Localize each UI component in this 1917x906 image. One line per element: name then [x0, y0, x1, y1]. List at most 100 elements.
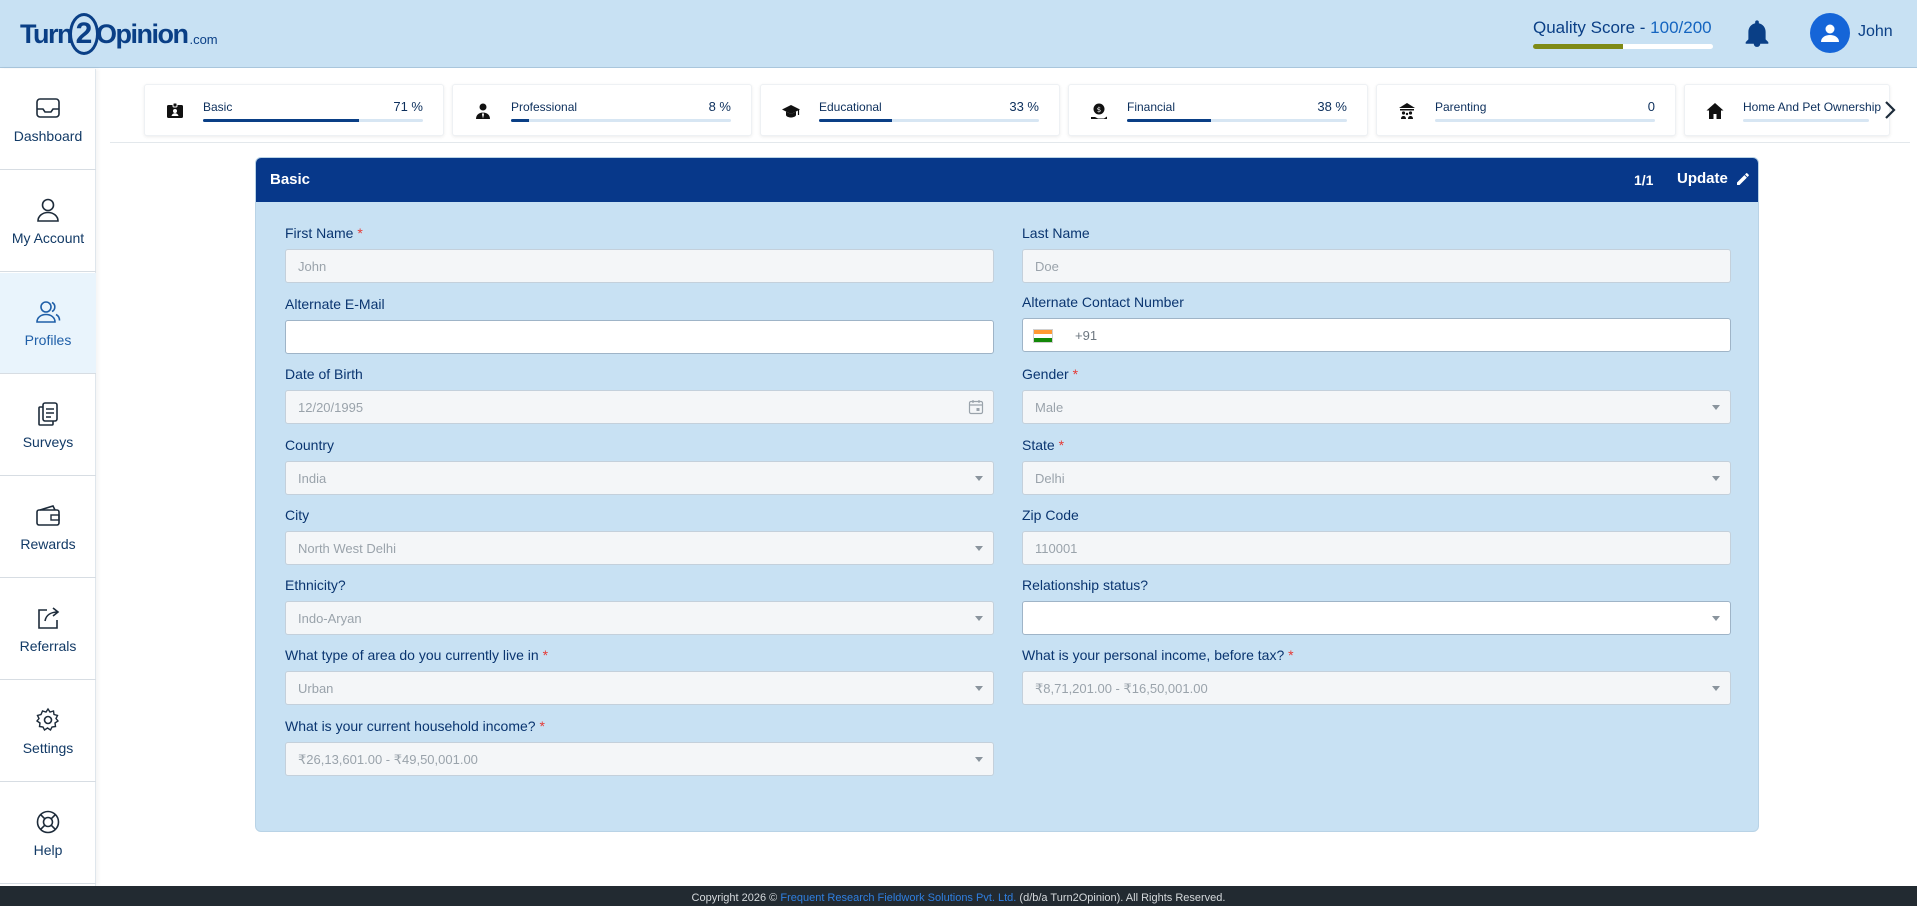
required-mark: * — [357, 225, 363, 241]
chevron-down-icon — [975, 546, 983, 551]
company-link[interactable]: Frequent Research Fieldwork Solutions Pv… — [780, 892, 1016, 904]
gear-icon — [35, 707, 60, 732]
tab-progress-fill — [1127, 119, 1211, 122]
tab-educational[interactable]: Educational 33 % — [760, 84, 1060, 136]
relationship-status-select[interactable] — [1022, 601, 1731, 635]
sidebar-item-settings[interactable]: Settings — [0, 681, 96, 782]
chevron-down-icon — [975, 686, 983, 691]
tab-professional[interactable]: Professional 8 % — [452, 84, 752, 136]
person-tie-icon — [476, 103, 490, 119]
required-mark: * — [1072, 366, 1079, 382]
sidebar-item-dashboard[interactable]: Dashboard — [0, 69, 96, 170]
sidebar-item-label: Profiles — [24, 332, 72, 348]
alternate-contact-input[interactable]: +91 — [1022, 318, 1731, 352]
household-income-select[interactable]: ₹26,13,601.00 - ₹49,50,001.00 — [285, 742, 994, 776]
users-icon — [36, 301, 61, 323]
copyright-suffix: (d/b/a Turn2Opinion). All Rights Reserve… — [1016, 892, 1226, 904]
profile-category-tabs: Basic 71 % Professional 8 % Educational … — [140, 84, 1910, 137]
area-type-select[interactable]: Urban — [285, 671, 994, 705]
sidebar-item-help[interactable]: Help — [0, 783, 96, 884]
sidebar-item-label: Surveys — [22, 434, 74, 450]
chevron-down-icon — [975, 757, 983, 762]
zip-code-input[interactable]: 110001 — [1022, 531, 1731, 565]
personal-income-select[interactable]: ₹8,71,201.00 - ₹16,50,001.00 — [1022, 671, 1731, 705]
chevron-down-icon — [1712, 476, 1720, 481]
city-select[interactable]: North West Delhi — [285, 531, 994, 565]
calendar-icon[interactable] — [968, 399, 984, 415]
field-value: India — [298, 471, 327, 486]
field-value: Urban — [298, 681, 334, 696]
state-select[interactable]: Delhi — [1022, 461, 1731, 495]
date-of-birth-input[interactable]: 12/20/1995 — [285, 390, 994, 424]
field-label: Ethnicity? — [285, 577, 346, 593]
field-label: State * — [1022, 437, 1731, 455]
required-mark: * — [1058, 437, 1065, 453]
tab-parenting[interactable]: Parenting 0 — [1376, 84, 1676, 136]
tab-percent: 33 % — [1009, 99, 1039, 114]
inbox-icon — [36, 98, 60, 118]
field-label-text: What type of area do you currently live … — [285, 647, 539, 663]
update-button[interactable]: Update — [1677, 170, 1751, 187]
turn2opinion-logo[interactable]: Turn 2 Opinion .com — [20, 12, 218, 56]
field-value: Male — [1035, 400, 1064, 415]
bell-icon[interactable] — [1744, 20, 1770, 48]
zip-code-field: Zip Code 110001 — [1022, 507, 1731, 565]
tab-progress-bar — [511, 119, 731, 122]
quality-score-bar-fill — [1533, 44, 1623, 49]
sidebar-item-surveys[interactable]: Surveys — [0, 375, 96, 476]
sidebar-item-profiles[interactable]: Profiles — [0, 273, 96, 374]
sidebar: Dashboard My Account Profiles Surveys Re… — [0, 69, 96, 886]
tab-home-and-pet-ownership[interactable]: Home And Pet Ownership — [1684, 84, 1890, 136]
ethnicity-field: Ethnicity? Indo-Aryan — [285, 577, 994, 635]
sidebar-item-referrals[interactable]: Referrals — [0, 579, 96, 680]
tab-progress-bar — [1743, 119, 1869, 122]
chevron-down-icon — [1712, 405, 1720, 410]
field-value: ₹26,13,601.00 - ₹49,50,001.00 — [298, 752, 478, 767]
tab-label: Educational — [819, 100, 882, 114]
chevron-right-icon[interactable] — [1880, 98, 1900, 122]
sidebar-item-my-account[interactable]: My Account — [0, 171, 96, 272]
tab-percent: 38 % — [1317, 99, 1347, 114]
tab-percent: 71 % — [393, 99, 423, 114]
field-value: 12/20/1995 — [298, 400, 364, 415]
tab-progress-fill — [511, 119, 529, 122]
tab-label: Financial — [1127, 100, 1176, 114]
chevron-down-icon — [975, 616, 983, 621]
field-label: What is your current household income? * — [285, 718, 994, 736]
country-field: Country India — [285, 437, 994, 495]
logo-text-turn: Turn — [20, 18, 73, 49]
home-icon — [1706, 103, 1724, 119]
country-select[interactable]: India — [285, 461, 994, 495]
update-button-label: Update — [1677, 170, 1728, 187]
first-name-input[interactable]: John — [285, 249, 994, 283]
field-value: North West Delhi — [298, 541, 397, 556]
gender-select[interactable]: Male — [1022, 390, 1731, 424]
user-avatar-icon[interactable] — [1810, 13, 1850, 53]
user-icon — [37, 198, 59, 222]
tab-label: Basic — [203, 100, 233, 114]
alternate-email-input[interactable] — [285, 320, 994, 354]
tab-progress-fill — [203, 119, 360, 122]
last-name-input[interactable]: Doe — [1022, 249, 1731, 283]
tab-basic[interactable]: Basic 71 % — [144, 84, 444, 136]
required-mark: * — [539, 718, 545, 734]
chevron-down-icon — [975, 476, 983, 481]
user-name[interactable]: John — [1858, 23, 1893, 41]
sidebar-item-rewards[interactable]: Rewards — [0, 477, 96, 578]
city-field: City North West Delhi — [285, 507, 994, 565]
india-flag-icon[interactable] — [1033, 329, 1053, 343]
quality-score-value: 100/200 — [1650, 18, 1712, 37]
area-type-field: What type of area do you currently live … — [285, 647, 994, 705]
ethnicity-select[interactable]: Indo-Aryan — [285, 601, 994, 635]
alternate-contact-field: Alternate Contact Number +91 — [1022, 294, 1731, 352]
quality-score-text: Quality Score - 100/200 — [1533, 18, 1713, 38]
field-label: Last Name — [1022, 225, 1090, 241]
sidebar-item-label: Dashboard — [13, 128, 83, 144]
sidebar-item-label: Help — [33, 842, 63, 858]
alternate-email-field: Alternate E-Mail — [285, 296, 994, 354]
personal-income-field: What is your personal income, before tax… — [1022, 647, 1731, 705]
relationship-status-field: Relationship status? — [1022, 577, 1731, 635]
field-label: Gender * — [1022, 366, 1731, 384]
field-label: Alternate Contact Number — [1022, 294, 1184, 310]
tab-financial[interactable]: $ Financial 38 % — [1068, 84, 1368, 136]
